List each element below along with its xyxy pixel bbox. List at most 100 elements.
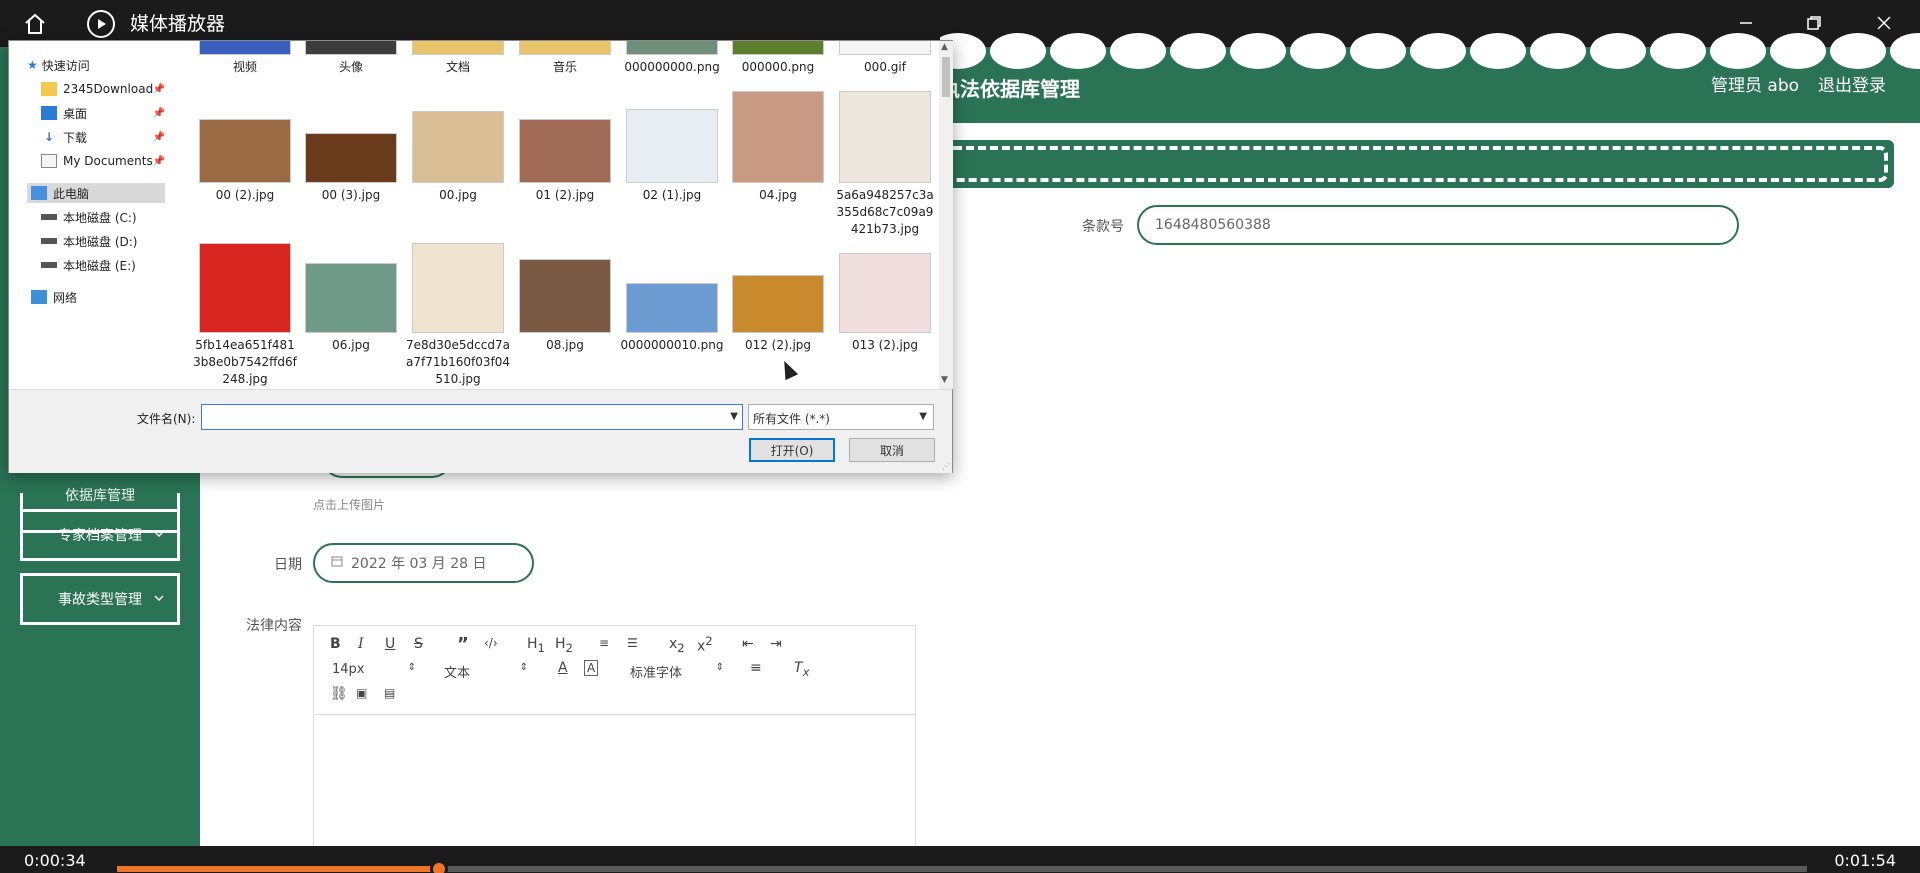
file-item[interactable]: 01 (2).jpg (513, 119, 617, 204)
file-item[interactable]: 00.jpg (406, 111, 510, 204)
scrollbar-thumb[interactable] (942, 57, 950, 97)
bullet-list-icon[interactable]: ☰ (627, 636, 638, 650)
logout-link[interactable]: 退出登录 (1818, 71, 1886, 96)
file-item[interactable]: 7e8d30e5dccd7aa7f71b160f03f04510.jpg (406, 243, 510, 388)
filename-input[interactable]: ▼ (201, 404, 743, 430)
file-item[interactable]: 04.jpg (726, 91, 830, 204)
chevron-down-icon[interactable]: ▼ (730, 411, 738, 422)
nav-item-2345download[interactable]: 2345Download 📌 (41, 79, 165, 99)
image-thumbnail (305, 133, 397, 183)
block-type-select[interactable]: 文本 ⇕ (444, 662, 528, 681)
nav-this-pc[interactable]: 此电脑 (27, 183, 165, 203)
nav-label: 快速访问 (41, 58, 90, 73)
strikethrough-icon[interactable]: S (414, 636, 423, 652)
file-item[interactable]: 000000.png (726, 41, 830, 76)
file-item[interactable]: 02 (1).jpg (620, 109, 724, 204)
file-item[interactable]: 5fb14ea651f4813b8e0b7542ffd6f248.jpg (193, 243, 297, 388)
link-icon[interactable]: ⛓ (330, 686, 348, 702)
drive-icon (41, 262, 57, 268)
date-label: 日期 (274, 557, 302, 573)
file-item[interactable]: 013 (2).jpg (833, 253, 937, 354)
file-item[interactable]: 头像 (299, 41, 403, 76)
image-thumbnail (626, 41, 718, 55)
current-user[interactable]: 管理员 abo (1711, 71, 1799, 96)
italic-icon[interactable]: I (358, 636, 364, 652)
computer-icon (31, 186, 47, 200)
file-name: 头像 (338, 60, 363, 74)
home-icon[interactable] (18, 9, 52, 39)
font-size-select[interactable]: 14px ⇕ (332, 662, 416, 677)
file-item[interactable]: 00 (3).jpg (299, 133, 403, 204)
font-size-value: 14px (332, 662, 365, 677)
file-item[interactable]: 06.jpg (299, 263, 403, 354)
scroll-up-icon[interactable]: ▲ (941, 42, 948, 52)
pin-icon: 📌 (152, 107, 165, 119)
navigation-pane: ★ 快速访问 2345Download 📌 桌面 📌 ↓ 下载 📌 My Doc… (9, 41, 167, 389)
file-item[interactable]: 文档 (406, 41, 510, 76)
seek-bar[interactable] (117, 860, 1807, 873)
pin-icon: 📌 (152, 83, 165, 95)
background-color-icon[interactable]: A (584, 660, 599, 676)
file-list-scrollbar[interactable]: ▲ ▼ (939, 41, 953, 389)
file-item[interactable]: 0000000010.png (620, 283, 724, 354)
indent-icon[interactable]: ⇥ (770, 636, 782, 652)
file-type-select[interactable]: 所有文件 (*.*) ▼ (748, 404, 934, 430)
scroll-down-icon[interactable]: ▼ (941, 375, 948, 385)
nav-network[interactable]: 网络 (31, 287, 77, 307)
underline-icon[interactable]: U (385, 636, 395, 652)
file-item[interactable]: 5a6a948257c3a355d68c7c09a9421b73.jpg (833, 91, 937, 238)
clear-format-icon[interactable]: Tx (794, 660, 809, 679)
file-list: 视频 头像 文档 音乐 000000000.png 000000.png 000.gif 00… (169, 41, 937, 389)
nav-drive-e[interactable]: 本地磁盘 (E:) (41, 255, 136, 275)
heading2-icon[interactable]: H2 (555, 636, 573, 655)
ordered-list-icon[interactable]: ≡ (599, 636, 609, 650)
blockquote-icon[interactable]: ” (457, 634, 469, 655)
font-color-icon[interactable]: A (558, 660, 568, 676)
file-item[interactable]: 08.jpg (513, 259, 617, 354)
file-name: 0000000010.png (620, 338, 724, 352)
nav-drive-d[interactable]: 本地磁盘 (D:) (41, 231, 137, 251)
clause-input[interactable]: 1648480560388 (1137, 205, 1739, 245)
nav-item-my-documents[interactable]: My Documents 📌 (41, 151, 165, 171)
file-item[interactable]: 000.gif (833, 41, 937, 76)
file-open-dialog: ★ 快速访问 2345Download 📌 桌面 📌 ↓ 下载 📌 My Doc… (8, 40, 953, 473)
sidebar-item-accident-type[interactable]: 事故类型管理 (20, 573, 180, 625)
image-thumbnail (839, 253, 931, 333)
image-thumbnail (732, 275, 824, 333)
pin-icon: 📌 (152, 131, 165, 143)
video-icon[interactable]: ▤ (384, 686, 395, 700)
image-icon[interactable]: ▣ (356, 686, 367, 700)
sidebar-item-expert-archive[interactable]: 专家档案管理 (20, 509, 180, 561)
seek-bar-progress (117, 866, 439, 872)
date-picker[interactable]: 2022 年 03 月 28 日 (313, 543, 534, 583)
cancel-button[interactable]: 取消 (849, 438, 935, 462)
file-name: 000000000.png (624, 60, 720, 74)
file-item[interactable]: 000000000.png (620, 41, 724, 76)
scallop-shape (1050, 33, 1106, 69)
superscript-icon[interactable]: x2 (697, 634, 713, 655)
file-item[interactable]: 00 (2).jpg (193, 119, 297, 204)
subscript-icon[interactable]: x2 (669, 636, 685, 655)
file-item[interactable]: 012 (2).jpg (726, 275, 830, 354)
nav-quick-access[interactable]: ★ 快速访问 (27, 55, 90, 75)
file-item[interactable]: 视频 (193, 41, 297, 76)
file-name: 00.jpg (439, 188, 477, 202)
font-family-select[interactable]: 标准字体 ⇕ (630, 662, 724, 681)
image-thumbnail (412, 243, 504, 333)
resize-grip-icon[interactable]: ⋰ (942, 462, 950, 471)
outdent-icon[interactable]: ⇤ (742, 636, 754, 652)
scallop-shape (990, 33, 1046, 69)
heading1-icon[interactable]: H1 (527, 636, 545, 655)
sidebar-item-label: 依据库管理 (65, 488, 135, 504)
align-icon[interactable]: ≡ (750, 660, 762, 676)
open-button[interactable]: 打开(O) (749, 438, 835, 462)
code-block-icon[interactable]: ‹/› (484, 636, 498, 650)
seek-handle[interactable] (429, 860, 448, 873)
nav-drive-c[interactable]: 本地磁盘 (C:) (41, 207, 137, 227)
nav-label: 此电脑 (53, 186, 90, 201)
file-item[interactable]: 音乐 (513, 41, 617, 76)
nav-item-desktop[interactable]: 桌面 📌 (41, 103, 165, 123)
bold-icon[interactable]: B (330, 636, 341, 652)
nav-item-downloads[interactable]: ↓ 下载 📌 (41, 127, 165, 147)
scallop-shape (1230, 33, 1286, 69)
